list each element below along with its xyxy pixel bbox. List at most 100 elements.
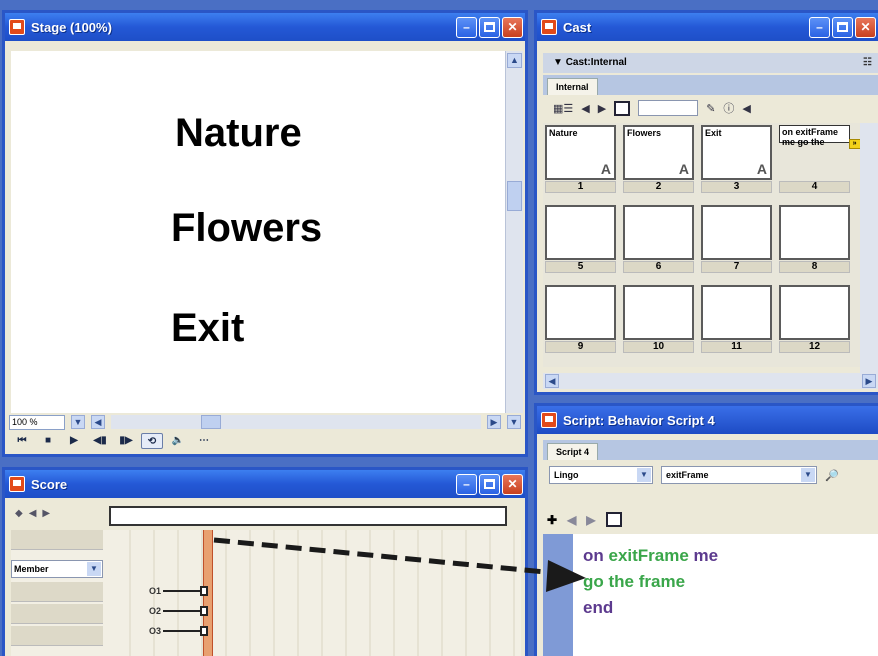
stage-sprite-flowers[interactable]: Flowers — [171, 206, 322, 251]
find-handler-icon[interactable]: 🔎 — [825, 469, 839, 482]
cast-thumbnail[interactable] — [779, 205, 850, 260]
previous-script-icon[interactable]: ◀ — [567, 513, 576, 527]
stage-sprite-nature[interactable]: Nature — [175, 111, 302, 156]
scroll-left-icon[interactable]: ◀ — [91, 415, 105, 429]
minimize-icon[interactable]: – — [456, 473, 477, 495]
rewind-icon[interactable]: ⏮ — [11, 433, 33, 449]
cast-titlebar[interactable]: Cast – ✕ — [537, 13, 878, 41]
volume-slider-icon[interactable]: ⋯ — [193, 433, 215, 449]
cast-member[interactable]: Flowers A 2 — [621, 123, 696, 203]
chevron-down-icon[interactable]: ▼ — [87, 562, 101, 576]
sprite-span[interactable]: O2 — [149, 606, 209, 616]
score-timeline[interactable]: Member ▼ O1 O2 O3 — [11, 530, 521, 656]
cast-member-script[interactable]: on exitFrame me go the » 4 — [777, 123, 861, 203]
zoom-dropdown-icon[interactable]: ▼ — [71, 415, 85, 429]
cast-thumbnail[interactable] — [623, 285, 694, 340]
score-titlebar[interactable]: Score – ✕ — [5, 470, 525, 498]
script-window: Script: Behavior Script 4 Script 4 Lingo… — [534, 403, 878, 656]
cast-thumbnail[interactable] — [545, 285, 616, 340]
cast-thumbnail[interactable]: Nature A — [545, 125, 616, 180]
scroll-left-icon[interactable]: ◀ — [545, 374, 559, 388]
cast-thumbnail[interactable]: on exitFrame me go the » — [779, 125, 861, 149]
member-dropdown[interactable]: Member ▼ — [11, 560, 103, 578]
zoom-field[interactable]: 100 % — [9, 414, 65, 430]
cast-member[interactable]: Exit A 3 — [699, 123, 774, 203]
close-icon[interactable]: ✕ — [502, 16, 523, 38]
close-icon[interactable]: ✕ — [502, 473, 523, 495]
new-script-icon[interactable]: ✚ — [547, 513, 557, 527]
cast-member-empty[interactable]: 8 — [777, 203, 852, 283]
code-line-1[interactable]: on exitFrame me — [583, 546, 718, 566]
loop-icon[interactable]: ⟲ — [141, 433, 163, 449]
close-icon[interactable]: ✕ — [855, 16, 876, 38]
member-name-field[interactable] — [638, 100, 699, 116]
stage-horizontal-scrollbar[interactable] — [111, 415, 481, 429]
chevron-down-icon[interactable]: ▼ — [801, 468, 815, 482]
cast-view-style-icon[interactable]: ▦☰ — [553, 102, 573, 115]
code-line-3[interactable]: end — [583, 598, 613, 618]
stage-sprite-exit[interactable]: Exit — [171, 306, 244, 351]
script-titlebar[interactable]: Script: Behavior Script 4 — [537, 406, 878, 434]
cast-member-empty[interactable]: 9 — [543, 283, 618, 363]
language-select[interactable]: Lingo ▼ — [549, 466, 653, 484]
script-editor[interactable]: on exitFrame me go the frame end — [543, 534, 878, 656]
stage-vertical-scrollbar[interactable]: ▲ — [505, 51, 523, 413]
sprite-span[interactable]: O1 — [149, 586, 209, 596]
tab-internal[interactable]: Internal — [547, 78, 598, 95]
maximize-icon[interactable] — [479, 16, 500, 38]
drag-member-icon[interactable] — [614, 100, 631, 116]
panel-options-icon[interactable]: ☷ — [863, 53, 872, 73]
collapse-icon[interactable]: ▼ — [553, 57, 566, 68]
cast-member-number: 10 — [623, 341, 694, 353]
scroll-thumb[interactable] — [201, 415, 221, 429]
tab-script-4[interactable]: Script 4 — [547, 443, 599, 460]
score-nav-icons[interactable]: ◆◀▶ — [15, 508, 95, 524]
step-forward-icon[interactable]: ▮▶ — [115, 433, 137, 449]
chevron-down-icon[interactable]: ▼ — [637, 468, 651, 482]
previous-member-icon[interactable]: ◀ — [581, 102, 589, 115]
maximize-icon[interactable] — [832, 16, 853, 38]
cast-member-empty[interactable]: 6 — [621, 203, 696, 283]
stage-titlebar[interactable]: Stage (100%) – ✕ — [5, 13, 525, 41]
cast-panel-header[interactable]: ▼ Cast:Internal ☷ — [543, 53, 878, 73]
cast-thumbnail[interactable]: Exit A — [701, 125, 772, 180]
lingo-builtin: frame — [638, 572, 686, 591]
cast-member-empty[interactable]: 7 — [699, 203, 774, 283]
cast-thumbnail[interactable] — [623, 205, 694, 260]
cast-horizontal-scrollbar[interactable]: ◀ ▶ — [543, 373, 878, 389]
scroll-up-icon[interactable]: ▲ — [507, 53, 522, 68]
play-icon[interactable]: ▶ — [63, 433, 85, 449]
maximize-icon[interactable] — [479, 473, 500, 495]
step-back-icon[interactable]: ◀▮ — [89, 433, 111, 449]
cast-thumbnail[interactable] — [545, 205, 616, 260]
minimize-icon[interactable]: – — [809, 16, 830, 38]
cast-member[interactable]: Nature A 1 — [543, 123, 618, 203]
scroll-right-icon[interactable]: ▶ — [862, 374, 876, 388]
scroll-thumb[interactable] — [507, 181, 522, 211]
scroll-down-icon[interactable]: ▼ — [507, 415, 521, 429]
next-member-icon[interactable]: ▶ — [598, 102, 606, 115]
cast-member-empty[interactable]: 10 — [621, 283, 696, 363]
stage-canvas[interactable]: Nature Flowers Exit — [11, 51, 505, 413]
handler-select[interactable]: exitFrame ▼ — [661, 466, 817, 484]
cast-thumbnail[interactable] — [779, 285, 850, 340]
cast-vertical-scrollbar[interactable] — [860, 123, 878, 373]
cast-member-empty[interactable]: 5 — [543, 203, 618, 283]
cast-member-empty[interactable]: 11 — [699, 283, 774, 363]
member-script-icon[interactable]: ✎ — [706, 102, 715, 115]
scroll-right-icon[interactable]: ▶ — [487, 415, 501, 429]
stop-icon[interactable]: ■ — [37, 433, 59, 449]
cast-thumbnail[interactable]: Flowers A — [623, 125, 694, 180]
cast-thumbnail[interactable] — [701, 285, 772, 340]
minimize-icon[interactable]: – — [456, 16, 477, 38]
next-script-icon[interactable]: ▶ — [586, 513, 595, 527]
scroll-left-icon[interactable]: ◀ — [742, 102, 750, 115]
code-line-2[interactable]: go the frame — [583, 572, 685, 592]
score-name-field[interactable] — [109, 506, 507, 526]
cast-thumbnail[interactable] — [701, 205, 772, 260]
cast-member-empty[interactable]: 12 — [777, 283, 852, 363]
member-info-icon[interactable]: ⓘ — [723, 100, 734, 116]
drag-script-icon[interactable] — [605, 512, 622, 527]
volume-icon[interactable]: 🔈 — [167, 433, 189, 449]
sprite-span[interactable]: O3 — [149, 626, 209, 636]
